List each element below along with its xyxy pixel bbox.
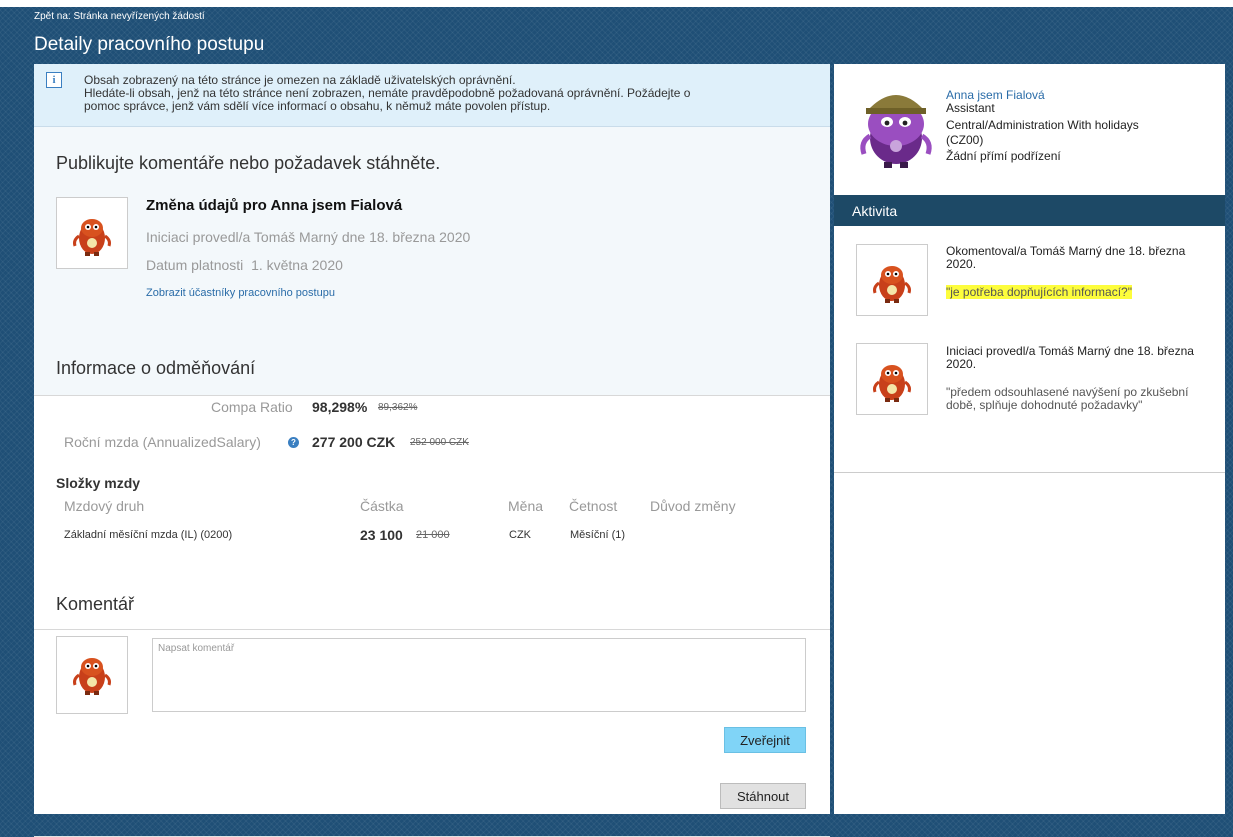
effective-date: Datum platnosti 1. května 2020: [146, 257, 343, 273]
profile-department-code: (CZ00): [946, 133, 984, 147]
annual-salary-label: Roční mzda (AnnualizedSalary): [64, 434, 261, 450]
activity-avatar: [856, 244, 928, 316]
help-icon[interactable]: ?: [288, 437, 299, 448]
profile-direct-reports: Žádní přímí podřízení: [946, 149, 1061, 163]
mascot-icon: [73, 658, 111, 695]
mascot-icon: [873, 266, 911, 303]
cell-amount-old: 21 000: [416, 529, 450, 541]
cell-pay-type: Základní měsíční mzda (IL) (0200): [64, 529, 233, 541]
comment-input[interactable]: [152, 638, 806, 712]
annual-salary-value: 277 200 CZK: [312, 434, 396, 450]
activity-quote: "předem odsouhlasené navýšení po zkušebn…: [946, 385, 1189, 412]
col-header-pay-type: Mzdový druh: [64, 498, 145, 514]
effective-date-value: 1. května 2020: [251, 257, 343, 273]
info-banner: i Obsah zobrazený na této stránce je ome…: [34, 64, 830, 127]
initiated-info: Iniciaci provedl/a Tomáš Marný dne 18. b…: [146, 229, 471, 245]
col-header-currency: Měna: [508, 498, 544, 514]
compa-ratio-old: 89,362%: [378, 402, 418, 413]
comment-title: Komentář: [56, 594, 135, 614]
requester-avatar: [56, 197, 128, 269]
info-line: pomoc správce, jenž vám sdělí více infor…: [84, 99, 551, 113]
annual-salary-old: 252 000 CZK: [410, 437, 469, 448]
info-icon: i: [46, 72, 62, 88]
compa-ratio-value: 98,298%: [312, 399, 368, 415]
profile-position: Assistant: [946, 101, 995, 115]
activity-divider: [834, 472, 1225, 473]
col-header-change-reason: Důvod změny: [650, 498, 736, 514]
effective-date-label: Datum platnosti: [146, 257, 244, 273]
compa-ratio-label: Compa Ratio: [211, 399, 293, 415]
withdraw-button[interactable]: Stáhnout: [720, 783, 806, 809]
publish-title: Publikujte komentáře nebo požadavek stáh…: [56, 153, 441, 173]
cell-frequency: Měsíční (1): [570, 529, 626, 541]
activity-avatar: [856, 343, 928, 415]
profile-name-link[interactable]: Anna jsem Fialová: [946, 88, 1045, 102]
page-title: Detaily pracovního postupu: [34, 34, 265, 55]
request-title: Změna údajů pro Anna jsem Fialová: [146, 197, 403, 214]
compensation-title: Informace o odměňování: [56, 358, 256, 378]
activity-text: Okomentoval/a Tomáš Marný dne 18. března…: [946, 244, 1186, 271]
commenter-avatar: [56, 636, 128, 714]
col-header-frequency: Četnost: [569, 498, 618, 514]
profile-avatar: [860, 95, 932, 168]
mascot-icon: [73, 219, 111, 256]
col-header-amount: Částka: [360, 498, 404, 514]
back-link[interactable]: Zpět na: Stránka nevyřízených žádostí: [34, 11, 205, 22]
workflow-participants-link[interactable]: Zobrazit účastníky pracovního postupu: [146, 287, 335, 299]
activity-quote-highlighted: "je potřeba dopňujících informací?": [946, 285, 1132, 299]
right-panel: Anna jsem Fialová Assistant Central/Admi…: [834, 64, 1225, 814]
info-message: Obsah zobrazený na této stránce je omeze…: [84, 74, 824, 113]
cell-currency: CZK: [509, 529, 531, 541]
publish-button[interactable]: Zveřejnit: [724, 727, 806, 753]
mascot-icon: [873, 365, 911, 402]
profile-department: Central/Administration With holidays: [946, 118, 1139, 132]
activity-quote: "je potřeba dopňujících informací?": [946, 285, 1211, 299]
top-strip: [0, 0, 1233, 7]
pay-components-title: Složky mzdy: [56, 475, 141, 491]
activity-title: Aktivita: [852, 203, 898, 219]
main-panel: i Obsah zobrazený na této stránce je ome…: [34, 64, 830, 837]
activity-text: Iniciaci provedl/a Tomáš Marný dne 18. b…: [946, 344, 1194, 371]
activity-header: Aktivita: [834, 195, 1225, 226]
cell-amount-new: 23 100: [360, 527, 403, 543]
profile-card: Anna jsem Fialová Assistant Central/Admi…: [834, 64, 1225, 194]
